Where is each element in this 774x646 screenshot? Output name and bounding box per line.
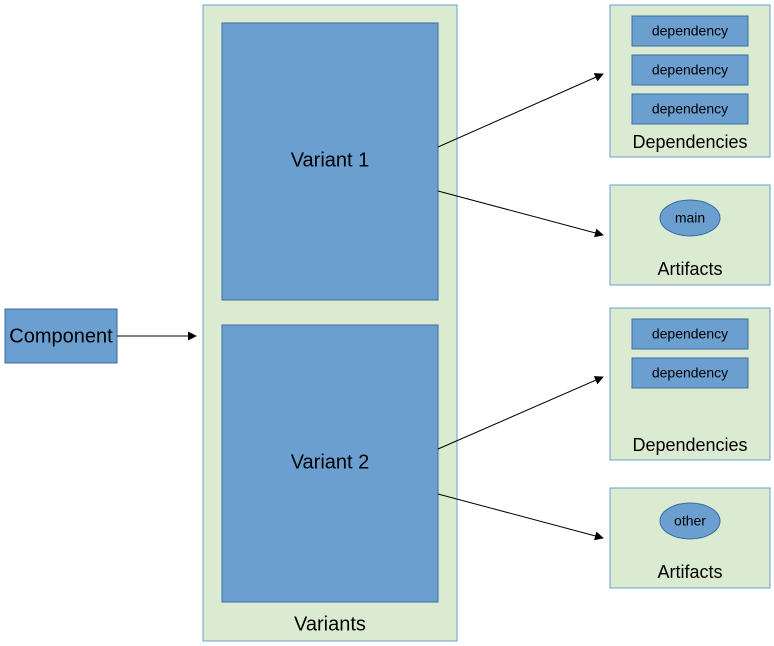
artifact-other-node: other bbox=[660, 503, 720, 539]
variant1-artifacts-container: Artifacts main bbox=[610, 185, 770, 285]
artifact-main-node: main bbox=[660, 200, 720, 236]
variant2-dependencies-label: Dependencies bbox=[632, 435, 747, 455]
dependency-item: dependency bbox=[632, 358, 748, 388]
diagram: Component Variants Variant 1 Variant 2 D… bbox=[0, 0, 774, 646]
arrow-v2-to-artifacts bbox=[438, 494, 603, 538]
dependency-item: dependency bbox=[632, 319, 748, 349]
variant2-artifacts-container: Artifacts other bbox=[610, 488, 770, 588]
variant1-dependencies-container: Dependencies dependency dependency depen… bbox=[610, 5, 770, 157]
svg-text:dependency: dependency bbox=[652, 101, 728, 117]
svg-text:dependency: dependency bbox=[652, 62, 728, 78]
dependency-item: dependency bbox=[632, 55, 748, 85]
svg-text:dependency: dependency bbox=[652, 326, 728, 342]
svg-text:other: other bbox=[674, 513, 706, 529]
variant2-artifacts-label: Artifacts bbox=[657, 562, 722, 582]
variant2-dependencies-container: Dependencies dependency dependency bbox=[610, 308, 770, 460]
arrow-v1-to-deps bbox=[438, 74, 603, 147]
variant1-artifacts-label: Artifacts bbox=[657, 259, 722, 279]
variants-container: Variants Variant 1 Variant 2 bbox=[203, 5, 457, 641]
dependency-item: dependency bbox=[632, 16, 748, 46]
svg-text:dependency: dependency bbox=[652, 23, 728, 39]
variant-1-label: Variant 1 bbox=[291, 149, 370, 171]
component-label: Component bbox=[9, 325, 113, 347]
arrow-v1-to-artifacts bbox=[438, 191, 603, 235]
variant-1-node: Variant 1 bbox=[222, 23, 438, 300]
svg-text:dependency: dependency bbox=[652, 365, 728, 381]
variant-2-label: Variant 2 bbox=[291, 451, 370, 473]
variants-label: Variants bbox=[294, 613, 366, 635]
dependency-item: dependency bbox=[632, 94, 748, 124]
variant1-dependencies-label: Dependencies bbox=[632, 132, 747, 152]
svg-text:main: main bbox=[675, 210, 705, 226]
variant-2-node: Variant 2 bbox=[222, 325, 438, 602]
arrow-v2-to-deps bbox=[438, 377, 603, 449]
component-node: Component bbox=[5, 309, 117, 363]
